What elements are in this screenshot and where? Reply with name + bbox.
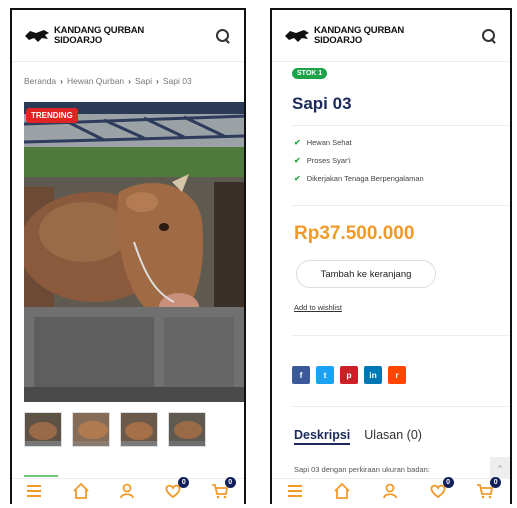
product-title: Sapi 03 [292,94,352,113]
site-logo[interactable]: KANDANG QURBAN SIDOARJO [284,24,424,46]
feature-label: Hewan Sehat [306,138,352,147]
pinterest-icon[interactable]: p [340,366,358,384]
breadcrumb-subcategory[interactable]: Sapi [135,76,152,86]
add-to-cart-button[interactable]: Tambah ke keranjang [296,260,436,288]
wishlist-icon[interactable]: 0 [164,476,190,502]
menu-icon[interactable] [25,482,45,502]
feature-item: ✔ Hewan Sehat [294,138,424,147]
breadcrumb-current: Sapi 03 [162,76,192,86]
bottom-navigation: 0 0 [272,476,510,504]
logo-line-1: KANDANG QURBAN [54,24,145,36]
breadcrumb: Beranda › Hewan Qurban › Sapi › Sapi 03 [12,62,244,86]
product-main-image[interactable]: TRENDING [24,102,244,402]
divider [292,205,510,206]
search-icon[interactable] [480,27,498,45]
logo-line-2: SIDOARJO [54,34,103,46]
wishlist-count-badge: 0 [178,476,190,488]
tab-reviews[interactable]: Ulasan (0) [364,428,422,445]
bull-logo-icon [285,29,309,42]
product-description: Sapi 03 dengan perkiraan ukuran badan: [294,465,430,474]
breadcrumb-separator-icon: › [60,76,63,86]
divider [292,125,510,126]
thumbnail-strip [24,412,206,447]
bottom-navigation: 0 0 [12,476,244,504]
logo-text: KANDANG QURBAN SIDOARJO [54,24,164,46]
section-divider [24,475,58,477]
cart-count-badge: 0 [490,476,502,488]
site-header: KANDANG QURBAN SIDOARJO [12,10,244,62]
product-gallery-screen: KANDANG QURBAN SIDOARJO Beranda › Hewan … [10,8,246,504]
trending-badge: TRENDING [26,108,78,123]
cart-count-badge: 0 [224,476,236,488]
breadcrumb-category[interactable]: Hewan Qurban [67,76,124,86]
linkedin-icon[interactable]: in [364,366,382,384]
thumbnail-cow-image [25,413,61,446]
thumbnail-cow-image [121,413,157,446]
site-header: KANDANG QURBAN SIDOARJO [272,10,510,62]
cow-photo [24,102,244,402]
stock-badge: STOK 1 [292,68,328,79]
reddit-icon[interactable]: r [388,366,406,384]
add-to-wishlist-link[interactable]: Add to wishlist [294,303,342,312]
divider [292,335,510,336]
facebook-icon[interactable]: f [292,366,310,384]
thumbnail-3[interactable] [120,412,158,447]
feature-list: ✔ Hewan Sehat ✔ Proses Syar'i ✔ Dikerjakan … [294,138,424,192]
logo-text: KANDANG QURBAN SIDOARJO [314,24,424,46]
logo-line-2: SIDOARJO [314,34,363,46]
double-chevron-up-icon: ⌃ [496,463,504,474]
breadcrumb-home[interactable]: Beranda [24,76,56,86]
breadcrumb-separator-icon: › [128,76,131,86]
feature-label: Proses Syar'i [306,156,351,165]
account-icon[interactable] [118,482,138,502]
check-icon: ✔ [294,174,301,183]
home-icon[interactable] [333,482,353,502]
breadcrumb-separator-icon: › [156,76,159,86]
share-buttons: f t p in r [292,366,406,384]
thumbnail-2[interactable] [72,412,110,447]
thumbnail-1[interactable] [24,412,62,447]
logo-line-1: KANDANG QURBAN [314,24,405,36]
search-icon[interactable] [214,27,232,45]
thumbnail-4[interactable] [168,412,206,447]
feature-item: ✔ Proses Syar'i [294,156,424,165]
thumbnail-cow-image [169,413,205,446]
cart-icon[interactable]: 0 [211,476,236,502]
wishlist-count-badge: 0 [442,476,454,488]
divider [292,406,510,407]
feature-item: ✔ Dikerjakan Tenaga Berpengalaman [294,174,424,183]
product-price: Rp37.500.000 [294,223,415,244]
cart-icon[interactable]: 0 [476,476,502,502]
feature-label: Dikerjakan Tenaga Berpengalaman [306,174,424,183]
product-tabs: Deskripsi Ulasan (0) [294,428,422,445]
bull-logo-icon [25,29,49,42]
site-logo[interactable]: KANDANG QURBAN SIDOARJO [24,24,164,46]
account-icon[interactable] [381,482,401,502]
twitter-icon[interactable]: t [316,366,334,384]
tab-description[interactable]: Deskripsi [294,428,351,445]
home-icon[interactable] [72,482,92,502]
product-detail-screen: KANDANG QURBAN SIDOARJO STOK 1 Sapi 03 ✔… [270,8,512,504]
wishlist-icon[interactable]: 0 [429,476,454,502]
menu-icon[interactable] [286,482,306,502]
check-icon: ✔ [294,156,301,165]
thumbnail-cow-image [73,413,109,446]
check-icon: ✔ [294,138,301,147]
